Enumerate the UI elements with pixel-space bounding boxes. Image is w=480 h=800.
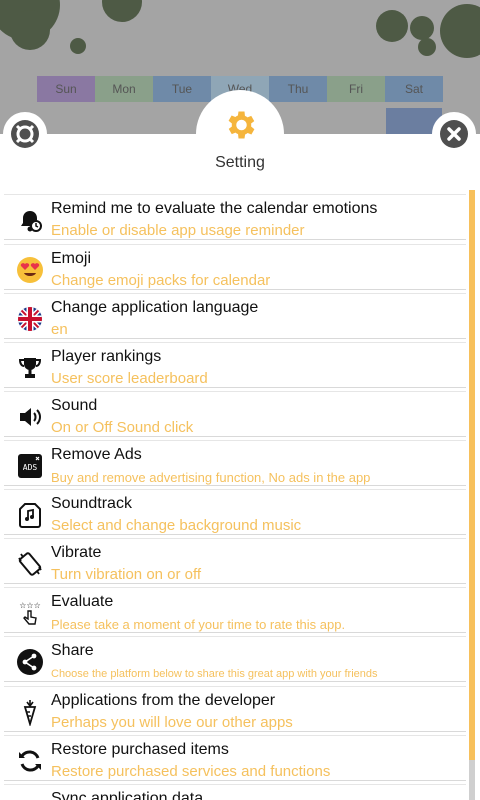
decor-circle: [10, 10, 50, 50]
setting-title: Emoji: [51, 250, 92, 267]
setting-title: Vibrate: [51, 544, 102, 561]
share-icon: [16, 648, 44, 676]
setting-subtitle: Select and change background music: [51, 517, 302, 534]
setting-subtitle: Change emoji packs for calendar: [51, 272, 271, 289]
setting-subtitle: On or Off Sound click: [51, 419, 194, 436]
setting-title: Share: [51, 642, 94, 659]
page-title: Setting: [215, 154, 265, 171]
vibrate-phone-icon: [16, 550, 44, 578]
setting-subtitle: Restore purchased services and functions: [51, 763, 331, 780]
weekday-tue: Tue: [153, 76, 211, 102]
setting-title: Soundtrack: [51, 495, 132, 512]
decor-circle: [102, 0, 142, 22]
gear-icon: [228, 111, 255, 139]
decor-circle: [418, 38, 436, 56]
lifebuoy-icon: [11, 120, 39, 148]
setting-title: Player rankings: [51, 348, 162, 365]
restore-icon: [16, 747, 44, 775]
weekday-fri: Fri: [327, 76, 385, 102]
setting-subtitle: en: [51, 321, 68, 338]
setting-soundtrack[interactable]: Soundtrack Select and change background …: [4, 489, 466, 535]
setting-evaluate[interactable]: ☆☆☆ Evaluate Please take a moment of you…: [4, 587, 466, 633]
settings-list: Remind me to evaluate the calendar emoti…: [4, 190, 474, 800]
setting-subtitle: Please take a moment of your time to rat…: [51, 617, 346, 632]
music-file-icon: [16, 501, 44, 529]
setting-emoji[interactable]: Emoji Change emoji packs for calendar: [4, 244, 466, 290]
svg-text:☆☆☆: ☆☆☆: [19, 601, 41, 610]
setting-title: Sync application data: [51, 790, 204, 800]
setting-subtitle: Perhaps you will love our other apps: [51, 714, 293, 731]
setting-title: Remind me to evaluate the calendar emoti…: [51, 200, 378, 217]
setting-title: Sound: [51, 397, 98, 414]
decor-circle: [70, 38, 86, 54]
setting-sound[interactable]: Sound On or Off Sound click: [4, 391, 466, 437]
ads-icon: ADS: [16, 452, 44, 480]
weekday-thu: Thu: [269, 76, 327, 102]
heart-eyes-emoji-icon: [16, 256, 44, 284]
trophy-icon: [16, 354, 44, 382]
setting-reminder[interactable]: Remind me to evaluate the calendar emoti…: [4, 194, 466, 240]
setting-subtitle: Enable or disable app usage reminder: [51, 222, 305, 239]
setting-sync[interactable]: Sync application data: [4, 784, 466, 800]
decor-circle: [410, 16, 434, 40]
setting-remove-ads[interactable]: ADS Remove Ads Buy and remove advertisin…: [4, 440, 466, 486]
uk-flag-icon: [16, 305, 44, 333]
decor-circle: [376, 10, 408, 42]
decor-circle: [440, 4, 480, 58]
setting-title: Restore purchased items: [51, 741, 229, 758]
close-button[interactable]: [432, 112, 476, 156]
weekday-mon: Mon: [95, 76, 153, 102]
setting-developer-apps[interactable]: Applications from the developer Perhaps …: [4, 686, 466, 732]
rate-stars-icon: ☆☆☆: [16, 599, 44, 627]
setting-title: Change application language: [51, 299, 259, 316]
carrot-icon: [16, 698, 44, 726]
setting-title: Evaluate: [51, 593, 114, 610]
speaker-icon: [16, 403, 44, 431]
setting-subtitle: Turn vibration on or off: [51, 566, 202, 583]
setting-share[interactable]: Share Choose the platform below to share…: [4, 636, 466, 682]
setting-subtitle: Buy and remove advertising function, No …: [51, 470, 371, 485]
setting-title: Remove Ads: [51, 446, 142, 463]
weekday-sat: Sat: [385, 76, 443, 102]
setting-subtitle: Choose the platform below to share this …: [51, 668, 378, 680]
setting-language[interactable]: Change application language en: [4, 293, 466, 339]
setting-title: Applications from the developer: [51, 692, 276, 709]
sync-icon: [16, 796, 44, 800]
svg-text:ADS: ADS: [23, 463, 38, 472]
setting-rankings[interactable]: Player rankings User score leaderboard: [4, 342, 466, 388]
setting-restore-purchases[interactable]: Restore purchased items Restore purchase…: [4, 735, 466, 781]
weekday-sun: Sun: [37, 76, 95, 102]
alarm-bell-icon: [16, 206, 44, 234]
setting-subtitle: User score leaderboard: [51, 370, 208, 387]
help-button[interactable]: [3, 112, 47, 156]
close-icon: [440, 120, 468, 148]
setting-vibrate[interactable]: Vibrate Turn vibration on or off: [4, 538, 466, 584]
